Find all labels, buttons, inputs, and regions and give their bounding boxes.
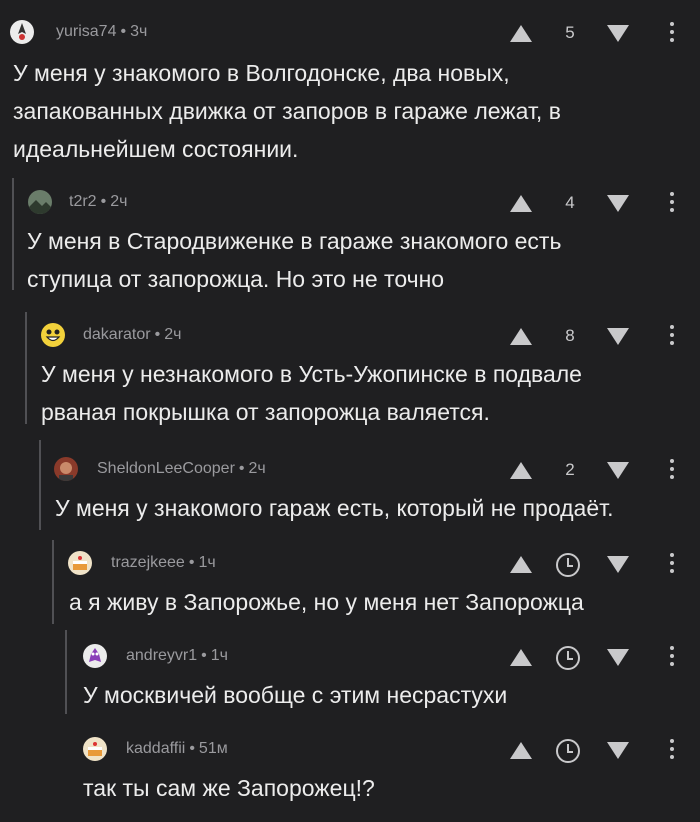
comment-text: так ты сам же Запорожец!?: [83, 769, 375, 807]
more-options-icon[interactable]: [670, 646, 674, 670]
downvote-icon[interactable]: [607, 556, 629, 573]
downvote-icon[interactable]: [607, 25, 629, 42]
comment-text: а я живу в Запорожье, но у меня нет Запо…: [69, 583, 584, 621]
downvote-icon[interactable]: [607, 742, 629, 759]
comment-text-line: У меня у знакомого гараж есть, который н…: [55, 495, 614, 521]
more-options-icon[interactable]: [670, 192, 674, 216]
upvote-icon[interactable]: [510, 462, 532, 479]
comment-meta: andreyvr1 • 1ч: [126, 647, 228, 665]
comment-time[interactable]: 1ч: [198, 554, 215, 571]
more-options-icon[interactable]: [670, 553, 674, 577]
more-options-icon[interactable]: [670, 739, 674, 763]
comment-header: dakarator • 2ч 8: [0, 321, 700, 351]
author-name[interactable]: trazejkeee: [111, 554, 185, 571]
comment-text-line: так ты сам же Запорожец!?: [83, 775, 375, 801]
cake-avatar-icon[interactable]: [83, 737, 107, 761]
author-name[interactable]: t2r2: [69, 193, 97, 210]
meta-separator: •: [100, 193, 107, 210]
meta-separator: •: [201, 647, 207, 664]
comment-meta: t2r2 • 2ч: [69, 193, 127, 211]
comment-text-line: рваная покрышка от запорожца валяется.: [41, 399, 490, 425]
comment-text-line: У меня в Стародвиженке в гараже знакомог…: [27, 228, 562, 254]
meta-separator: •: [238, 460, 245, 477]
downvote-icon[interactable]: [607, 328, 629, 345]
comment-meta: dakarator • 2ч: [83, 326, 181, 344]
comment-meta: trazejkeee • 1ч: [111, 554, 216, 572]
thread-line-3[interactable]: [39, 440, 41, 530]
comment-time[interactable]: 2ч: [164, 326, 181, 343]
comment-text-line: У меня у незнакомого в Усть-Ужопинске в …: [41, 361, 582, 387]
rocket-avatar-icon[interactable]: [10, 20, 34, 44]
comment-text: У меня у незнакомого в Усть-Ужопинске в …: [41, 355, 582, 431]
comment-text-line: У москвичей вообще с этим несрастухи: [83, 682, 508, 708]
purple-creature-avatar-icon[interactable]: [83, 644, 107, 668]
comment-meta: kaddaffii • 51м: [126, 740, 228, 758]
comment-text: У меня в Стародвиженке в гараже знакомог…: [27, 222, 561, 298]
comment-header: kaddaffii • 51м: [0, 735, 700, 765]
comment-meta: yurisa74 • 3ч: [56, 23, 147, 41]
comment-header: trazejkeee • 1ч: [0, 549, 700, 579]
upvote-icon[interactable]: [510, 649, 532, 666]
clock-icon: [556, 646, 580, 670]
meta-separator: •: [188, 554, 195, 571]
clock-icon: [556, 739, 580, 763]
comment-score: 5: [565, 23, 575, 42]
more-options-icon[interactable]: [670, 325, 674, 349]
comment-text-line: запакованных движка от запоров в гараже …: [13, 98, 561, 124]
comment-header: t2r2 • 2ч 4: [0, 188, 700, 218]
more-options-icon[interactable]: [670, 459, 674, 483]
meta-separator: •: [120, 23, 127, 40]
author-name[interactable]: andreyvr1: [126, 647, 197, 664]
upvote-icon[interactable]: [510, 556, 532, 573]
more-options-icon[interactable]: [670, 22, 674, 46]
comment-time[interactable]: 2ч: [249, 460, 266, 477]
comment-text-line: а я живу в Запорожье, но у меня нет Запо…: [69, 589, 584, 615]
upvote-icon[interactable]: [510, 25, 532, 42]
author-name[interactable]: dakarator: [83, 326, 151, 343]
upvote-icon[interactable]: [510, 195, 532, 212]
comment-time[interactable]: 51м: [199, 740, 228, 757]
comment-score: 8: [565, 326, 575, 345]
meta-separator: •: [189, 740, 195, 757]
downvote-icon[interactable]: [607, 195, 629, 212]
meta-separator: •: [154, 326, 161, 343]
comment-text-line: идеальнейшем состоянии.: [13, 136, 299, 162]
comment-time[interactable]: 1ч: [211, 647, 228, 664]
comment-header: SheldonLeeCooper • 2ч 2: [0, 455, 700, 485]
author-name[interactable]: SheldonLeeCooper: [97, 460, 235, 477]
comment-time[interactable]: 2ч: [110, 193, 127, 210]
smiley-avatar-icon[interactable]: [41, 323, 65, 347]
comment-text-line: ступица от запорожца. Но это не точно: [27, 266, 445, 292]
face-avatar-icon[interactable]: [54, 457, 78, 481]
upvote-icon[interactable]: [510, 328, 532, 345]
comment-text-line: У меня у знакомого в Волгодонске, два но…: [13, 60, 510, 86]
comment-text: У меня у знакомого в Волгодонске, два но…: [13, 54, 561, 168]
downvote-icon[interactable]: [607, 649, 629, 666]
comment-score: 2: [565, 460, 575, 479]
author-name[interactable]: yurisa74: [56, 23, 116, 40]
comment-time[interactable]: 3ч: [130, 23, 147, 40]
upvote-icon[interactable]: [510, 742, 532, 759]
comment-header: yurisa74 • 3ч 5: [0, 18, 700, 48]
comment-text: У москвичей вообще с этим несрастухи: [83, 676, 507, 714]
downvote-icon[interactable]: [607, 462, 629, 479]
comment-meta: SheldonLeeCooper • 2ч: [97, 460, 266, 478]
clock-icon: [556, 553, 580, 577]
author-name[interactable]: kaddaffii: [126, 740, 185, 757]
comment-header: andreyvr1 • 1ч: [0, 642, 700, 672]
comment-score: 4: [565, 193, 575, 212]
landscape-avatar-icon[interactable]: [28, 190, 52, 214]
cake-avatar-icon[interactable]: [68, 551, 92, 575]
comment-text: У меня у знакомого гараж есть, который н…: [55, 489, 614, 527]
